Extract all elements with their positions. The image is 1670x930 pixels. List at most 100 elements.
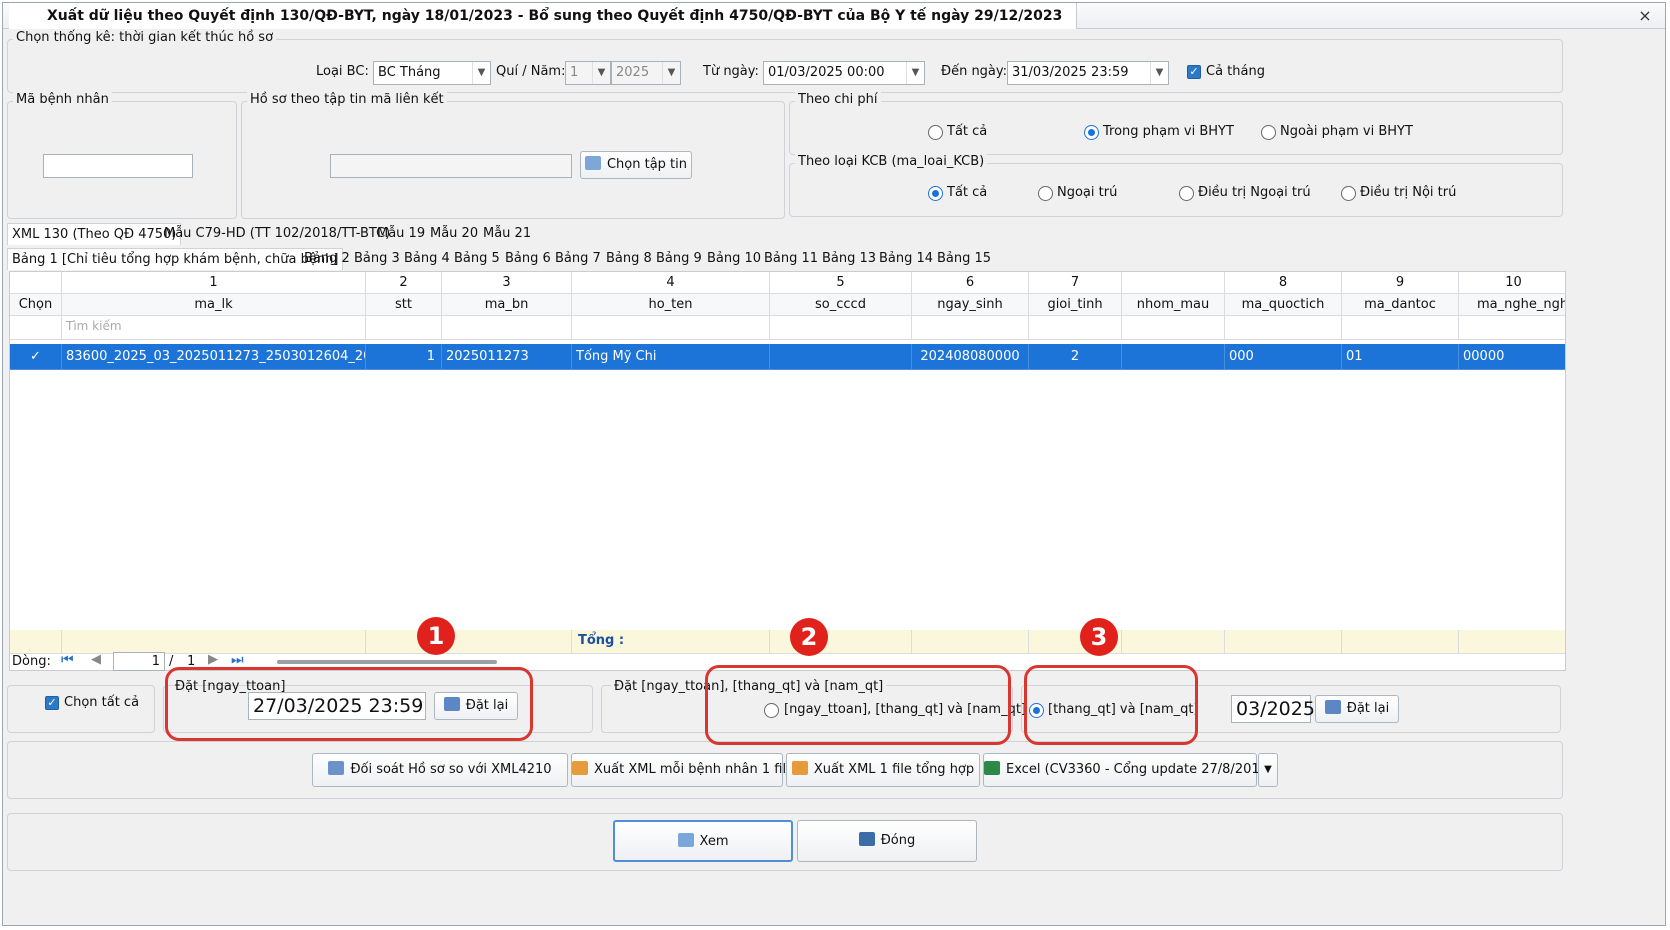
col-header-ma-quoctich[interactable]: ma_quoctich xyxy=(1225,294,1342,316)
col-header-ma-dantoc[interactable]: ma_dantoc xyxy=(1342,294,1459,316)
search-cell[interactable] xyxy=(1342,316,1459,340)
tab-bang6[interactable]: Bảng 6 xyxy=(501,248,555,270)
tab-bang4[interactable]: Bảng 4 xyxy=(400,248,454,270)
month-year-input[interactable]: 03/2025 xyxy=(1231,695,1315,723)
tab-bang11[interactable]: Bảng 11 xyxy=(760,248,822,270)
tab-bang13[interactable]: Bảng 13 xyxy=(818,248,880,270)
reset-month-year-label: Đặt lại xyxy=(1346,701,1390,716)
col-header-ngay-sinh[interactable]: ngay_sinh xyxy=(912,294,1029,316)
whole-month-checkbox[interactable]: ✓ xyxy=(1187,65,1201,79)
cost-out-bhyt-label: Ngoài phạm vi BHYT xyxy=(1280,124,1413,139)
col-header-ma-bn[interactable]: ma_bn xyxy=(442,294,572,316)
cell-ma-dantoc: 01 xyxy=(1342,344,1459,370)
col-number: 1 xyxy=(62,272,366,294)
search-cell[interactable] xyxy=(366,316,442,340)
row-select-checkbox[interactable]: ✓ xyxy=(10,344,62,370)
to-date-picker[interactable]: 31/03/2025 23:59 ▼ xyxy=(1007,61,1169,85)
tab-mau21[interactable]: Mẫu 21 xyxy=(479,223,535,245)
search-cell[interactable] xyxy=(1122,316,1225,340)
col-header-ma-nghe-nghiep[interactable]: ma_nghe_nghi xyxy=(1459,294,1565,316)
search-cell[interactable] xyxy=(770,316,912,340)
last-page-icon[interactable]: ⏭ xyxy=(231,652,244,668)
tab-bang8[interactable]: Bảng 8 xyxy=(602,248,656,270)
kcb-inpatient-radio[interactable] xyxy=(1341,186,1356,201)
choose-file-button[interactable]: Chọn tập tin xyxy=(580,151,692,179)
from-date-label: Từ ngày: xyxy=(703,64,759,79)
reset-month-year-button[interactable]: Đặt lại xyxy=(1315,695,1399,723)
cost-in-bhyt-radio[interactable] xyxy=(1084,125,1099,140)
view-icon xyxy=(677,833,694,847)
search-cell[interactable] xyxy=(1029,316,1122,340)
select-all-checkbox[interactable]: ✓ xyxy=(45,696,59,710)
cost-out-bhyt-radio[interactable] xyxy=(1261,125,1276,140)
search-cell[interactable] xyxy=(1225,316,1342,340)
tab-mau19[interactable]: Mẫu 19 xyxy=(373,223,429,245)
chevron-down-icon: ▼ xyxy=(662,62,680,84)
close-button[interactable]: Đóng xyxy=(797,820,977,862)
form-tabs: XML 130 (Theo QĐ 4750) Mẫu C79-HD (TT 10… xyxy=(7,223,1563,245)
col-header-gioi-tinh[interactable]: gioi_tinh xyxy=(1029,294,1122,316)
search-cell[interactable] xyxy=(912,316,1029,340)
tab-bang15[interactable]: Bảng 15 xyxy=(933,248,995,270)
col-header-ma-lk[interactable]: ma_lk xyxy=(62,294,366,316)
tab-bang3[interactable]: Bảng 3 xyxy=(350,248,404,270)
tab-bang9[interactable]: Bảng 9 xyxy=(652,248,706,270)
tab-xml130[interactable]: XML 130 (Theo QĐ 4750) xyxy=(7,223,182,245)
cell-ma-bn: 2025011273 xyxy=(442,344,572,370)
search-cell[interactable] xyxy=(572,316,770,340)
export-xml-each-button[interactable]: Xuất XML mỗi bệnh nhân 1 file xyxy=(571,753,794,787)
search-cell[interactable] xyxy=(1459,316,1565,340)
tab-bang5[interactable]: Bảng 5 xyxy=(450,248,504,270)
from-date-picker[interactable]: 01/03/2025 00:00 ▼ xyxy=(763,61,925,85)
reconcile-button[interactable]: Đối soát Hồ sơ so với XML4210 xyxy=(312,753,568,787)
summary-cell xyxy=(1122,630,1225,654)
quarter-select[interactable]: 1 ▼ xyxy=(565,61,611,85)
patient-code-input[interactable] xyxy=(43,154,193,178)
page-sep: / xyxy=(169,654,174,669)
file-group-title: Hồ sơ theo tập tin mã liên kết xyxy=(247,92,447,107)
col-header-nhom-mau[interactable]: nhom_mau xyxy=(1122,294,1225,316)
col-header-so-cccd[interactable]: so_cccd xyxy=(770,294,912,316)
excel-dropdown-button[interactable]: ▼ xyxy=(1258,753,1278,787)
cell-nhom-mau xyxy=(1122,344,1225,370)
col-number: 6 xyxy=(912,272,1029,294)
col-header-stt[interactable]: stt xyxy=(366,294,442,316)
file-path-input[interactable] xyxy=(330,154,572,178)
year-select[interactable]: 2025 ▼ xyxy=(611,61,681,85)
tab-bang2[interactable]: Bảng 2 xyxy=(300,248,354,270)
col-number: 9 xyxy=(1342,272,1459,294)
prev-page-icon[interactable]: ◀ xyxy=(91,652,101,667)
horizontal-scrollbar[interactable] xyxy=(277,660,497,664)
tab-bang10[interactable]: Bảng 10 xyxy=(703,248,765,270)
report-type-select[interactable]: BC Tháng ▼ xyxy=(373,61,491,85)
col-number: 7 xyxy=(1029,272,1122,294)
kcb-inpatient-label: Điều trị Nội trú xyxy=(1360,185,1457,200)
cost-all-radio[interactable] xyxy=(928,125,943,140)
close-icon[interactable]: × xyxy=(1635,6,1655,26)
col-header-chon[interactable]: Chọn xyxy=(10,294,62,316)
quarter-year-label: Quí / Năm: xyxy=(496,64,566,79)
col-number xyxy=(1122,272,1225,294)
kcb-all-radio[interactable] xyxy=(928,186,943,201)
col-number: 8 xyxy=(1225,272,1342,294)
next-page-icon[interactable]: ▶ xyxy=(208,652,218,667)
search-cell[interactable] xyxy=(442,316,572,340)
cost-group-title: Theo chi phí xyxy=(795,92,881,107)
tab-bang7[interactable]: Bảng 7 xyxy=(551,248,605,270)
col-header-ho-ten[interactable]: ho_ten xyxy=(572,294,770,316)
tab-c79[interactable]: Mẫu C79-HD (TT 102/2018/TT-BTC) xyxy=(160,223,394,245)
excel-export-button[interactable]: Excel (CV3360 - Cổng update 27/8/2019) xyxy=(983,753,1273,787)
first-page-icon[interactable]: ⏮ xyxy=(61,652,74,668)
choose-file-label: Chọn tập tin xyxy=(606,157,688,172)
kcb-outpatient-treatment-radio[interactable] xyxy=(1179,186,1194,201)
tab-mau20[interactable]: Mẫu 20 xyxy=(426,223,482,245)
page-input[interactable]: 1 xyxy=(113,652,165,671)
tab-bang14[interactable]: Bảng 14 xyxy=(875,248,937,270)
cell-so-cccd xyxy=(770,344,912,370)
view-button[interactable]: Xem xyxy=(613,820,793,862)
kcb-outpatient-radio[interactable] xyxy=(1038,186,1053,201)
tab-bang1[interactable]: Bảng 1 [Chỉ tiêu tổng hợp khám bệnh, chữ… xyxy=(7,248,344,270)
export-xml-one-button[interactable]: Xuất XML 1 file tổng hợp xyxy=(786,753,980,787)
search-cell[interactable] xyxy=(10,316,62,340)
search-input[interactable]: Tìm kiếm xyxy=(62,316,366,340)
